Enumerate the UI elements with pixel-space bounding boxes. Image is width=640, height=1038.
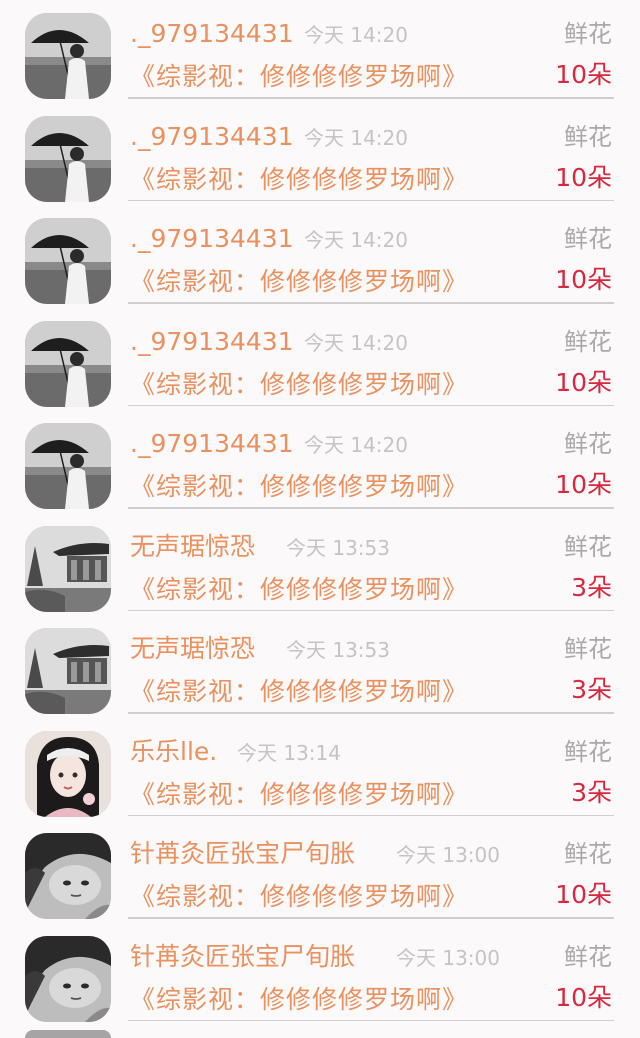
umbrella-girl-avatar[interactable] xyxy=(25,13,111,99)
user-name[interactable]: ._979134431 xyxy=(130,326,294,358)
gift-time: 今天 13:00 xyxy=(396,843,500,867)
gift-count: 10朵 xyxy=(555,880,612,909)
divider xyxy=(128,97,614,99)
gift-time: 今天 14:20 xyxy=(304,228,408,252)
gift-count: 10朵 xyxy=(555,367,612,397)
divider xyxy=(128,1019,614,1021)
book-title[interactable]: 《综影视：修修修修罗场啊》 xyxy=(130,60,468,94)
pavilion-avatar[interactable] xyxy=(25,525,111,612)
gift-time: 今天 13:53 xyxy=(286,638,390,662)
lying-girl-avatar[interactable] xyxy=(25,935,111,1022)
gift-count: 10朵 xyxy=(555,265,612,294)
divider xyxy=(128,199,614,201)
gift-time: 今天 13:14 xyxy=(237,740,341,765)
portrait-girl-avatar[interactable] xyxy=(25,730,111,817)
next-avatar-partial xyxy=(25,1030,111,1038)
gift-count: 10朵 xyxy=(555,470,612,499)
gift-record-list: ._979134431 今天 14:20 鲜花 《综影视：修修修修罗场啊》 10… xyxy=(0,0,640,1038)
gift-time: 今天 14:20 xyxy=(304,23,408,47)
gift-count: 10朵 xyxy=(555,162,612,192)
umbrella-girl-avatar[interactable] xyxy=(25,320,111,407)
gift-type: 鲜花 xyxy=(564,840,612,868)
gift-count: 10朵 xyxy=(555,982,612,1012)
gift-time: 今天 13:00 xyxy=(396,945,500,970)
list-item[interactable]: 针苒灸匠张宝尸旬胀 今天 13:00 鲜花 《综影视：修修修修罗场啊》 10朵 xyxy=(0,820,640,923)
gift-time: 今天 13:53 xyxy=(286,535,390,560)
divider xyxy=(128,302,614,304)
book-title[interactable]: 《综影视：修修修修罗场啊》 xyxy=(130,983,468,1017)
gift-count: 10朵 xyxy=(555,60,612,89)
gift-count: 3朵 xyxy=(571,572,612,602)
list-item[interactable]: ._979134431 今天 14:20 鲜花 《综影视：修修修修罗场啊》 10… xyxy=(0,103,640,206)
gift-time: 今天 14:20 xyxy=(304,125,408,150)
list-item[interactable]: ._979134431 今天 14:20 鲜花 《综影视：修修修修罗场啊》 10… xyxy=(0,308,640,411)
gift-type: 鲜花 xyxy=(564,942,612,971)
gift-type: 鲜花 xyxy=(564,20,612,48)
gift-type: 鲜花 xyxy=(564,430,612,458)
user-name[interactable]: 针苒灸匠张宝尸旬胀 xyxy=(130,941,355,973)
user-name[interactable]: ._979134431 xyxy=(130,121,294,153)
divider xyxy=(128,712,614,714)
user-name[interactable]: 无声琚惊恐 xyxy=(130,633,255,665)
list-item[interactable]: 乐乐lle. 今天 13:14 鲜花 《综影视：修修修修罗场啊》 3朵 xyxy=(0,718,640,821)
book-title[interactable]: 《综影视：修修修修罗场啊》 xyxy=(130,368,468,402)
user-name[interactable]: ._979134431 xyxy=(130,223,294,255)
divider xyxy=(128,917,614,919)
list-item[interactable]: ._979134431 今天 14:20 鲜花 《综影视：修修修修罗场啊》 10… xyxy=(0,0,640,103)
user-name[interactable]: ._979134431 xyxy=(130,428,294,460)
gift-time: 今天 14:20 xyxy=(304,433,408,457)
book-title[interactable]: 《综影视：修修修修罗场啊》 xyxy=(130,470,468,504)
book-title[interactable]: 《综影视：修修修修罗场啊》 xyxy=(130,573,468,607)
gift-type: 鲜花 xyxy=(564,737,612,766)
gift-time: 今天 14:20 xyxy=(304,330,408,355)
book-title[interactable]: 《综影视：修修修修罗场啊》 xyxy=(130,675,468,709)
user-name[interactable]: ._979134431 xyxy=(130,18,294,50)
divider xyxy=(128,404,614,406)
gift-type: 鲜花 xyxy=(564,122,612,151)
gift-count: 3朵 xyxy=(571,675,612,704)
book-title[interactable]: 《综影视：修修修修罗场啊》 xyxy=(130,880,468,914)
lying-girl-avatar[interactable] xyxy=(25,833,111,919)
divider xyxy=(128,609,614,611)
gift-count: 3朵 xyxy=(571,777,612,807)
gift-type: 鲜花 xyxy=(564,532,612,561)
pavilion-avatar[interactable] xyxy=(25,628,111,714)
user-name[interactable]: 无声琚惊恐 xyxy=(130,531,255,563)
umbrella-girl-avatar[interactable] xyxy=(25,423,111,509)
gift-type: 鲜花 xyxy=(564,225,612,253)
divider xyxy=(128,814,614,816)
book-title[interactable]: 《综影视：修修修修罗场啊》 xyxy=(130,778,468,812)
divider xyxy=(128,507,614,509)
list-item[interactable]: 无声琚惊恐 今天 13:53 鲜花 《综影视：修修修修罗场啊》 3朵 xyxy=(0,615,640,718)
list-item[interactable]: ._979134431 今天 14:20 鲜花 《综影视：修修修修罗场啊》 10… xyxy=(0,205,640,308)
gift-type: 鲜花 xyxy=(564,327,612,356)
umbrella-girl-avatar[interactable] xyxy=(25,115,111,202)
list-item[interactable]: 无声琚惊恐 今天 13:53 鲜花 《综影视：修修修修罗场啊》 3朵 xyxy=(0,513,640,616)
user-name[interactable]: 乐乐lle. xyxy=(130,736,217,768)
book-title[interactable]: 《综影视：修修修修罗场啊》 xyxy=(130,163,468,197)
umbrella-girl-avatar[interactable] xyxy=(25,218,111,304)
user-name[interactable]: 针苒灸匠张宝尸旬胀 xyxy=(130,838,355,870)
list-item[interactable]: ._979134431 今天 14:20 鲜花 《综影视：修修修修罗场啊》 10… xyxy=(0,410,640,513)
gift-type: 鲜花 xyxy=(564,635,612,663)
list-item[interactable]: 针苒灸匠张宝尸旬胀 今天 13:00 鲜花 《综影视：修修修修罗场啊》 10朵 xyxy=(0,923,640,1026)
book-title[interactable]: 《综影视：修修修修罗场啊》 xyxy=(130,265,468,299)
